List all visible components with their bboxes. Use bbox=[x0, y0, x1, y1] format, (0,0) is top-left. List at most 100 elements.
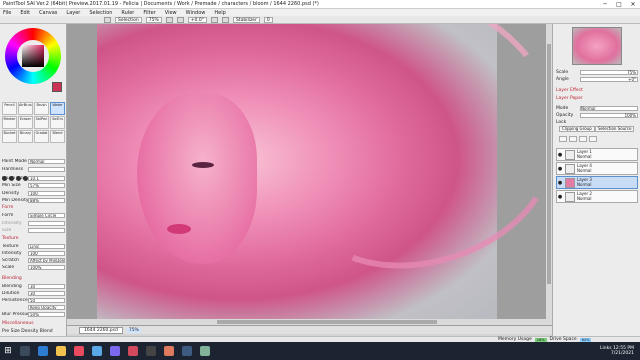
flip-icon[interactable] bbox=[221, 16, 229, 23]
tool-selpen[interactable]: SelPen bbox=[34, 116, 49, 129]
layer-item[interactable]: ● Layer 1 Normal bbox=[556, 148, 638, 161]
app-icon[interactable] bbox=[146, 346, 156, 356]
trash-icon[interactable] bbox=[589, 136, 597, 142]
tool-gradat[interactable]: Gradat bbox=[34, 130, 49, 143]
zoom-out-icon[interactable] bbox=[165, 16, 173, 23]
menu-ruler[interactable]: Ruler bbox=[121, 10, 134, 16]
blur-pressure-slider[interactable]: 50% bbox=[28, 311, 65, 317]
canvas-area[interactable] bbox=[67, 24, 552, 326]
app-icon[interactable] bbox=[182, 346, 192, 356]
artwork-canvas[interactable] bbox=[67, 24, 552, 324]
layer-item[interactable]: ● Layer 2 Normal bbox=[556, 190, 638, 203]
blending-slider[interactable]: 30 bbox=[28, 283, 65, 289]
maximize-button[interactable]: □ bbox=[612, 0, 626, 9]
form-size-slider[interactable] bbox=[28, 227, 65, 233]
scale-slider[interactable]: 75% bbox=[580, 69, 638, 75]
texture-scale-slider[interactable]: 100% bbox=[28, 264, 65, 270]
menu-window[interactable]: Window bbox=[186, 10, 206, 16]
angle-slider[interactable]: +0° bbox=[580, 76, 638, 82]
density-slider[interactable]: 100 bbox=[28, 190, 65, 196]
paint-mode-select[interactable]: Normal bbox=[28, 158, 65, 164]
new-folder-icon[interactable] bbox=[569, 136, 577, 142]
menu-selection[interactable]: Selection bbox=[89, 10, 112, 16]
angle-field[interactable]: +0.0° bbox=[187, 16, 207, 23]
min-density-slider[interactable]: 88% bbox=[28, 197, 65, 203]
texture-select[interactable]: Linic bbox=[28, 243, 65, 249]
misc-checkboxes[interactable]: Pre Size Density Blend bbox=[2, 329, 53, 334]
selection-icon[interactable] bbox=[104, 16, 111, 23]
selection-source-button[interactable]: Selection Source bbox=[595, 126, 635, 132]
selection-toggle[interactable]: Selection bbox=[115, 16, 142, 23]
misc-section[interactable]: Miscellaneous bbox=[2, 321, 34, 326]
blending-section[interactable]: Blending bbox=[2, 276, 22, 281]
tool-binary[interactable]: Binary bbox=[18, 130, 33, 143]
current-color-swatch[interactable] bbox=[52, 82, 62, 92]
visibility-eye-icon[interactable]: ● bbox=[557, 152, 563, 158]
visibility-eye-icon[interactable]: ● bbox=[557, 194, 563, 200]
horizontal-scroll-thumb[interactable] bbox=[217, 320, 437, 324]
folder-icon[interactable] bbox=[56, 346, 66, 356]
tool-bucket[interactable]: Bucket bbox=[2, 130, 17, 143]
keep-opacity-checkbox[interactable]: Keep Opacity bbox=[28, 304, 65, 310]
form-select[interactable]: Simple Circle bbox=[28, 212, 65, 218]
menu-filter[interactable]: Filter bbox=[143, 10, 155, 16]
vertical-scroll-thumb[interactable] bbox=[547, 44, 551, 284]
hardness-selector[interactable] bbox=[28, 166, 65, 172]
menu-canvas[interactable]: Canvas bbox=[39, 10, 57, 16]
new-layer-icon[interactable] bbox=[559, 136, 567, 142]
menu-layer[interactable]: Layer bbox=[66, 10, 80, 16]
opacity-slider[interactable]: 100% bbox=[580, 112, 638, 118]
zoom-in-icon[interactable] bbox=[176, 16, 184, 23]
color-wheel[interactable] bbox=[5, 28, 61, 84]
layer-item[interactable]: ● Layer 4 Normal bbox=[556, 162, 638, 175]
zoom-field[interactable]: 75% bbox=[145, 16, 162, 23]
paint-tool-sai-icon[interactable] bbox=[128, 346, 138, 356]
rotate-icon[interactable] bbox=[210, 16, 218, 23]
layer-paper-section[interactable]: Layer Paper bbox=[556, 96, 583, 101]
document-tab[interactable]: 1644 2260.psd bbox=[79, 326, 123, 334]
close-button[interactable]: ✕ bbox=[626, 0, 640, 9]
menu-edit[interactable]: Edit bbox=[20, 10, 30, 16]
menu-view[interactable]: View bbox=[165, 10, 177, 16]
navigator-preview[interactable] bbox=[572, 27, 622, 65]
tool-brush[interactable]: Brush bbox=[34, 102, 49, 115]
app-icon[interactable] bbox=[164, 346, 174, 356]
min-size-slider[interactable]: 57% bbox=[28, 182, 65, 188]
scratch-checkbox[interactable]: Affect by MinDens bbox=[28, 257, 65, 263]
visibility-eye-icon[interactable]: ● bbox=[557, 166, 563, 172]
tool-marker[interactable]: Marker bbox=[2, 116, 17, 129]
clipping-group-button[interactable]: Clipping Group bbox=[559, 126, 595, 132]
system-clock[interactable]: Links 12:55 PM 7/21/2021 bbox=[600, 346, 640, 356]
persistence-slider[interactable]: 50 bbox=[28, 297, 65, 303]
tool-airbrush[interactable]: AirBrush bbox=[18, 102, 33, 115]
mode-select[interactable]: Normal bbox=[580, 105, 638, 111]
minimize-button[interactable]: ─ bbox=[598, 0, 612, 9]
visibility-eye-icon[interactable]: ● bbox=[557, 180, 563, 186]
stabilizer-select[interactable]: 0 bbox=[263, 16, 273, 23]
tool-water[interactable]: Water bbox=[50, 102, 65, 115]
texture-section[interactable]: Texture bbox=[2, 236, 18, 241]
merge-down-icon[interactable] bbox=[579, 136, 587, 142]
menu-file[interactable]: File bbox=[3, 10, 11, 16]
search-icon[interactable] bbox=[20, 346, 30, 356]
dilution-slider[interactable]: 30 bbox=[28, 290, 65, 296]
form-intensity-slider[interactable] bbox=[28, 220, 65, 226]
saturation-value-square[interactable] bbox=[22, 45, 44, 67]
layer-effect-section[interactable]: Layer Effect bbox=[556, 88, 583, 93]
brush-size-slider[interactable]: 10.1 bbox=[28, 175, 65, 181]
tool-blend[interactable]: Blend bbox=[50, 130, 65, 143]
app-icon[interactable] bbox=[74, 346, 84, 356]
horizontal-scrollbar[interactable] bbox=[67, 319, 552, 325]
app-icon[interactable] bbox=[200, 346, 210, 356]
menu-help[interactable]: Help bbox=[214, 10, 225, 16]
layer-item-selected[interactable]: ● Layer 3 Normal bbox=[556, 176, 638, 189]
tool-pencil[interactable]: Pencil bbox=[2, 102, 17, 115]
edge-icon[interactable] bbox=[38, 346, 48, 356]
app-icon[interactable] bbox=[92, 346, 102, 356]
app-icon[interactable] bbox=[110, 346, 120, 356]
tool-eraser[interactable]: Eraser bbox=[18, 116, 33, 129]
texture-intensity-slider[interactable]: 100 bbox=[28, 250, 65, 256]
tool-selers[interactable]: SelErs bbox=[50, 116, 65, 129]
windows-start-icon[interactable]: ⊞ bbox=[0, 342, 16, 360]
form-section[interactable]: Form bbox=[2, 205, 13, 210]
